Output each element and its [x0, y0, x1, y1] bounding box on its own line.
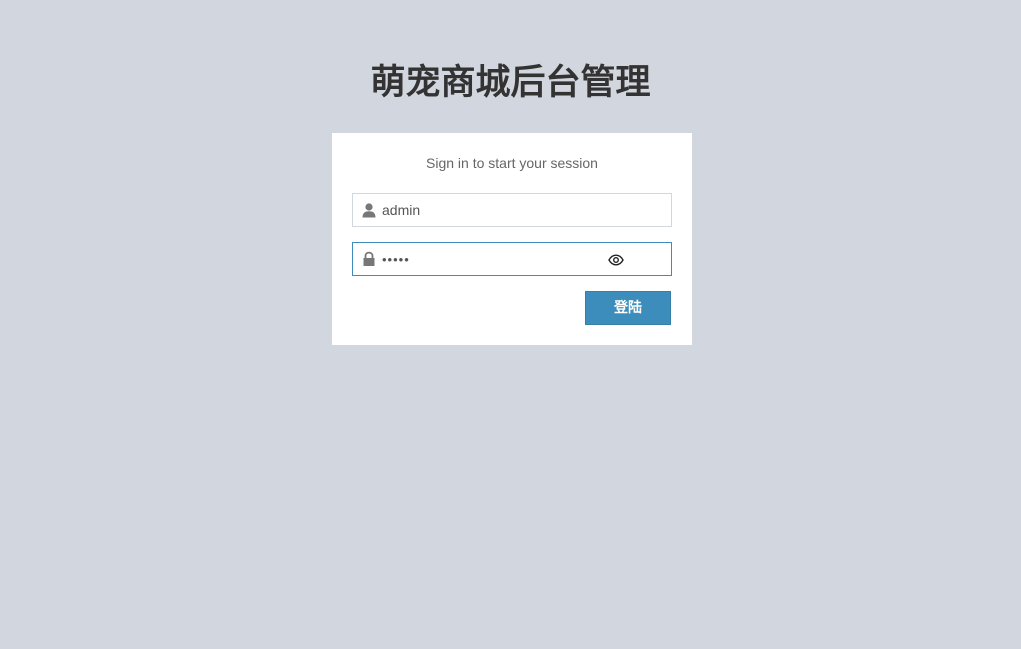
password-input[interactable] — [382, 243, 602, 275]
login-page: 萌宠商城后台管理 Sign in to start your session a… — [0, 0, 1021, 649]
login-button[interactable]: 登陆 — [585, 291, 671, 325]
login-box: Sign in to start your session admin 登陆 — [332, 133, 692, 345]
lock-icon — [361, 251, 377, 267]
login-box-message: Sign in to start your session — [426, 155, 598, 171]
username-input[interactable] — [382, 194, 632, 226]
password-field[interactable] — [352, 242, 672, 276]
eye-icon[interactable] — [608, 253, 624, 266]
username-field[interactable] — [352, 193, 672, 227]
user-icon — [361, 202, 377, 218]
page-title: 萌宠商城后台管理 — [370, 63, 651, 103]
